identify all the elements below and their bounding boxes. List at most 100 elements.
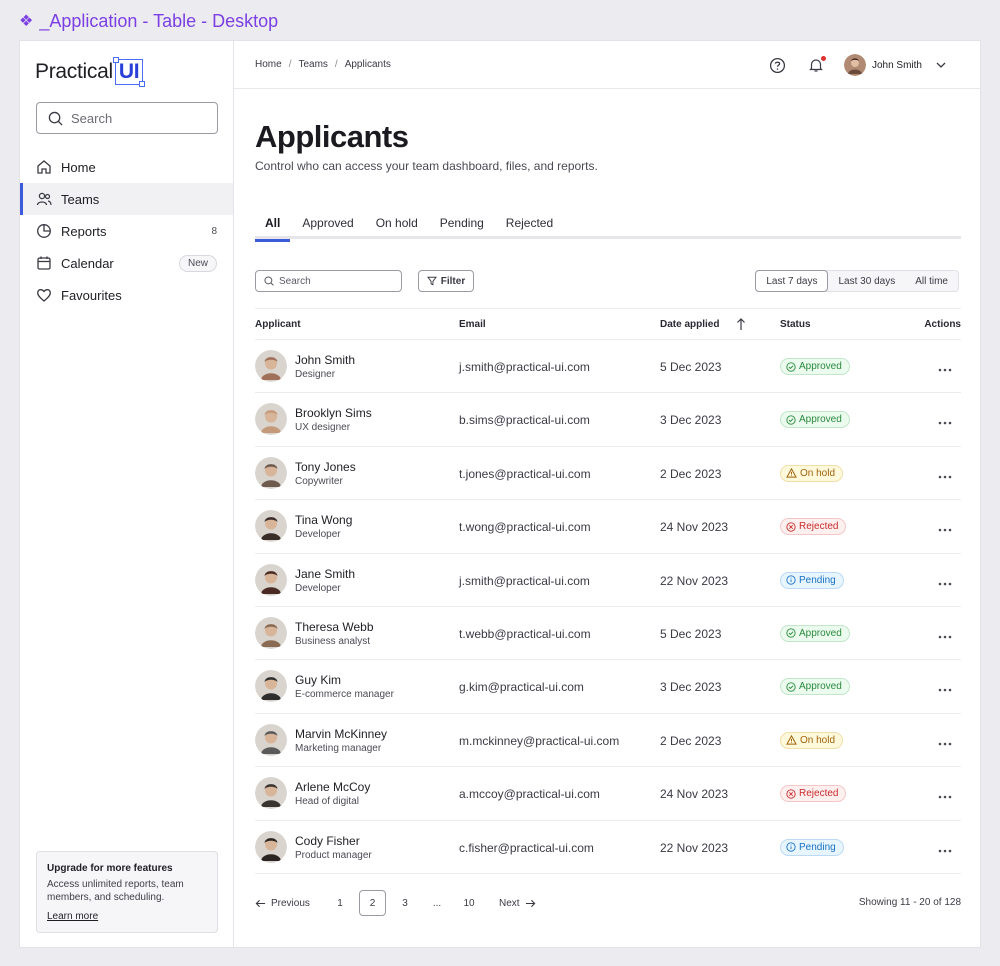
applicant-name[interactable]: Cody Fisher — [295, 834, 360, 848]
table-search-placeholder: Search — [279, 275, 311, 287]
table-row[interactable]: Arlene McCoy Head of digital a.mccoy@pra… — [255, 767, 961, 821]
status-label: On hold — [800, 734, 836, 746]
applicant-name[interactable]: Arlene McCoy — [295, 780, 370, 794]
check-circle-icon — [786, 682, 796, 692]
applicant-name[interactable]: Jane Smith — [295, 567, 355, 581]
table-row[interactable]: Theresa Webb Business analyst t.webb@pra… — [255, 607, 961, 661]
date-applied: 5 Dec 2023 — [660, 626, 722, 641]
range-all-time[interactable]: All time — [905, 271, 958, 291]
applicant-name[interactable]: Tony Jones — [295, 460, 356, 474]
page-3[interactable]: 3 — [397, 890, 413, 916]
more-actions-button[interactable] — [938, 840, 952, 856]
upgrade-card: Upgrade for more features Access unlimit… — [36, 851, 218, 933]
notifications-button[interactable] — [806, 55, 826, 75]
learn-more-link[interactable]: Learn more — [47, 910, 98, 923]
sidebar-item-label: Favourites — [61, 287, 122, 303]
sidebar-search-input[interactable]: Search — [36, 102, 218, 134]
col-applicant[interactable]: Applicant — [255, 319, 301, 330]
more-actions-button[interactable] — [938, 786, 952, 802]
help-button[interactable] — [768, 55, 788, 75]
avatar — [255, 563, 287, 596]
date-range-toggle: Last 7 days Last 30 days All time — [755, 270, 959, 292]
table-row[interactable]: Tina Wong Developer t.wong@practical-ui.… — [255, 500, 961, 554]
more-horizontal-icon — [938, 582, 952, 585]
range-last-30-days[interactable]: Last 30 days — [828, 271, 905, 291]
more-horizontal-icon — [938, 795, 952, 799]
applicant-name[interactable]: Marvin McKinney — [295, 727, 387, 741]
tab-rejected[interactable]: Rejected — [496, 207, 563, 239]
more-actions-button[interactable] — [938, 573, 952, 589]
more-actions-button[interactable] — [938, 733, 952, 749]
breadcrumb-applicants[interactable]: Applicants — [345, 59, 391, 70]
tab-pending[interactable]: Pending — [430, 207, 494, 239]
search-icon — [48, 111, 63, 126]
more-horizontal-icon — [938, 849, 952, 852]
range-last-7-days[interactable]: Last 7 days — [755, 270, 829, 292]
applicant-email: b.sims@practical-ui.com — [459, 413, 590, 428]
table-search-input[interactable]: Search — [255, 270, 402, 292]
logo-box: UI — [112, 57, 146, 87]
applicants-table: Applicant Email Date applied Status Acti… — [255, 308, 961, 874]
applicant-name[interactable]: Guy Kim — [295, 673, 341, 687]
sidebar-item-favourites[interactable]: Favourites — [20, 279, 233, 311]
table-row[interactable]: Brooklyn Sims UX designer b.sims@practic… — [255, 393, 961, 447]
avatar — [255, 670, 287, 703]
table-row[interactable]: Tony Jones Copywriter t.jones@practical-… — [255, 447, 961, 501]
status-label: Pending — [799, 574, 836, 586]
sidebar-item-teams[interactable]: Teams — [20, 183, 233, 215]
warning-icon — [786, 468, 797, 478]
avatar — [255, 510, 287, 543]
heart-icon — [37, 289, 51, 302]
date-applied: 22 Nov 2023 — [660, 840, 729, 855]
sort-arrow-icon[interactable] — [736, 318, 746, 331]
next-button[interactable]: Next — [499, 890, 536, 916]
logo[interactable]: Practical UI — [35, 56, 146, 88]
status-badge: Pending — [780, 571, 844, 589]
more-actions-button[interactable] — [938, 359, 952, 375]
status-label: Rejected — [799, 521, 839, 533]
search-icon — [264, 276, 274, 286]
app-window: Practical UI Search Home Teams Reports 8 — [19, 40, 981, 948]
tab-on-hold[interactable]: On hold — [366, 207, 428, 239]
more-horizontal-icon — [938, 528, 952, 532]
table-row[interactable]: John Smith Designer j.smith@practical-ui… — [255, 340, 961, 394]
more-actions-button[interactable] — [938, 626, 952, 642]
user-menu[interactable]: John Smith — [843, 54, 948, 76]
more-actions-button[interactable] — [938, 679, 952, 695]
table-row[interactable]: Cody Fisher Product manager c.fisher@pra… — [255, 821, 961, 874]
table-row[interactable]: Marvin McKinney Marketing manager m.mcki… — [255, 714, 961, 768]
page-1[interactable]: 1 — [332, 890, 348, 916]
sidebar-item-home[interactable]: Home — [20, 151, 233, 183]
applicant-name[interactable]: John Smith — [295, 353, 355, 367]
filter-button[interactable]: Filter — [418, 270, 474, 292]
applicant-name[interactable]: Theresa Webb — [295, 620, 374, 634]
tab-all[interactable]: All — [255, 207, 291, 242]
col-email[interactable]: Email — [459, 319, 486, 330]
col-date-applied[interactable]: Date applied — [660, 319, 719, 330]
status-badge: Approved — [780, 624, 850, 642]
status-badge: Approved — [780, 678, 850, 696]
col-status[interactable]: Status — [780, 319, 811, 330]
table-row[interactable]: Jane Smith Developer j.smith@practical-u… — [255, 554, 961, 607]
applicant-name[interactable]: Tina Wong — [295, 513, 352, 527]
previous-button[interactable]: Previous — [255, 890, 310, 916]
page-2[interactable]: 2 — [359, 890, 386, 916]
applicant-email: a.mccoy@practical-ui.com — [459, 787, 600, 802]
more-horizontal-icon — [938, 635, 952, 639]
breadcrumb-separator: / — [334, 59, 338, 70]
sidebar-item-reports[interactable]: Reports 8 — [20, 215, 233, 247]
more-actions-button[interactable] — [938, 519, 952, 535]
breadcrumb-teams[interactable]: Teams — [298, 59, 327, 70]
info-circle-icon — [786, 842, 796, 852]
date-applied: 3 Dec 2023 — [660, 680, 722, 695]
applicant-name[interactable]: Brooklyn Sims — [295, 406, 372, 420]
sidebar-item-calendar[interactable]: Calendar New — [20, 247, 233, 279]
arrow-right-icon — [525, 899, 535, 907]
more-actions-button[interactable] — [938, 466, 952, 482]
table-row[interactable]: Guy Kim E-commerce manager g.kim@practic… — [255, 660, 961, 714]
more-actions-button[interactable] — [938, 412, 952, 428]
tab-approved[interactable]: Approved — [292, 207, 363, 239]
breadcrumb-home[interactable]: Home — [255, 59, 282, 70]
page-10[interactable]: 10 — [461, 890, 477, 916]
component-icon: ❖ — [19, 13, 34, 30]
